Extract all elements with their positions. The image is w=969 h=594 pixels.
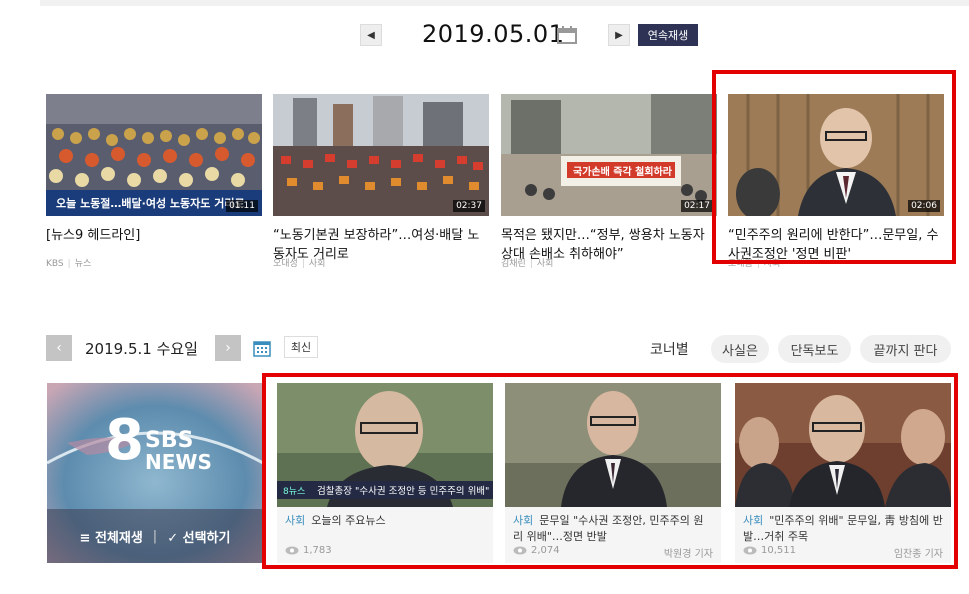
video-thumbnail[interactable]: 국가손배 즉각 철회하라 02:17	[501, 94, 717, 216]
sbs-tile-actions: ≡ 전체재생 | ✓ 선택하기	[47, 509, 263, 563]
calendar-icon[interactable]	[556, 25, 578, 45]
thumbnail-image: 오늘 노동절…배달·여성 노동자도 거리로	[46, 94, 262, 216]
prev-day-button[interactable]: ‹	[46, 335, 72, 361]
video-thumbnail[interactable]: 02:37	[273, 94, 489, 216]
banner-text: 국가손배 즉각 철회하라	[573, 165, 673, 178]
news-meta: 김채린 | 사회	[501, 256, 553, 269]
continuous-play-button[interactable]: 연속재생	[638, 24, 698, 46]
prev-date-button[interactable]: ◀	[360, 24, 382, 46]
section2-header: ‹ 2019.5.1 수요일 › 최신 코너별 사실은 단독보도 끝까지 판다	[0, 334, 969, 366]
next-date-button[interactable]: ▶	[608, 24, 630, 46]
news-category[interactable]: 사회	[537, 259, 554, 269]
thumbnail-image: 국가손배 즉각 철회하라	[501, 94, 717, 216]
calendar-icon[interactable]	[252, 338, 272, 358]
section-date: 2019.5.1 수요일	[85, 340, 198, 358]
meta-separator: |	[301, 259, 305, 269]
logo-number: 8	[105, 408, 144, 473]
play-all-button[interactable]: ≡ 전체재생	[80, 527, 143, 546]
corner-pill-investigate[interactable]: 끝까지 판다	[860, 335, 951, 363]
divider: |	[152, 528, 158, 544]
chevron-left-icon: ◀	[367, 29, 375, 41]
meta-separator: |	[529, 259, 533, 269]
select-button[interactable]: ✓ 선택하기	[167, 527, 230, 546]
duration-badge: 01:11	[226, 200, 258, 212]
news-card[interactable]: 오늘 노동절…배달·여성 노동자도 거리로 01:11 [뉴스9 헤드라인] K…	[46, 94, 262, 269]
list-icon: ≡	[79, 530, 91, 546]
sbs-news-tile[interactable]: 8 SBS NEWS ≡ 전체재생 | ✓ 선택하기	[47, 383, 263, 563]
news-source: KBS	[46, 259, 64, 269]
thumbnail-image	[273, 94, 489, 216]
news-card[interactable]: 국가손배 즉각 철회하라 02:17 목적은 됐지만…“정부, 쌍용차 노동자 …	[501, 94, 717, 269]
select-label: 선택하기	[182, 530, 231, 546]
corner-label: 코너별	[650, 342, 689, 358]
highlight-box	[712, 70, 956, 264]
chevron-right-icon: ›	[225, 340, 231, 356]
thumbnail-caption: 오늘 노동절…배달·여성 노동자도 거리로	[56, 196, 245, 210]
news-card[interactable]: 02:37 “노동기본권 보장하라”…여성·배달 노동자도 거리로 오대성 | 사회	[273, 94, 489, 269]
current-date: 2019.05.01	[422, 20, 565, 48]
news-category[interactable]: 뉴스	[75, 259, 92, 269]
top-divider	[40, 0, 969, 6]
news-meta: KBS | 뉴스	[46, 256, 91, 269]
date-navigation: ◀ 2019.05.01 ▶ 연속재생	[0, 18, 969, 54]
meta-separator: |	[67, 259, 71, 269]
news-meta: 오대성 | 사회	[273, 256, 325, 269]
highlight-box	[262, 373, 958, 569]
corner-pill-fact[interactable]: 사실은	[711, 335, 769, 363]
check-icon: ✓	[167, 530, 179, 546]
chevron-right-icon: ▶	[615, 29, 623, 41]
duration-badge: 02:17	[681, 200, 713, 212]
chevron-left-icon: ‹	[56, 340, 62, 356]
logo-news: NEWS	[145, 450, 212, 474]
news-source: 김채린	[501, 259, 526, 269]
latest-button[interactable]: 최신	[284, 336, 318, 358]
news-source: 오대성	[273, 259, 298, 269]
video-thumbnail[interactable]: 오늘 노동절…배달·여성 노동자도 거리로 01:11	[46, 94, 262, 216]
next-day-button[interactable]: ›	[215, 335, 241, 361]
duration-badge: 02:37	[453, 200, 485, 212]
corner-pill-exclusive[interactable]: 단독보도	[778, 335, 851, 363]
news-category[interactable]: 사회	[309, 259, 326, 269]
news-title[interactable]: [뉴스9 헤드라인]	[46, 226, 262, 245]
play-all-label: 전체재생	[94, 530, 143, 546]
